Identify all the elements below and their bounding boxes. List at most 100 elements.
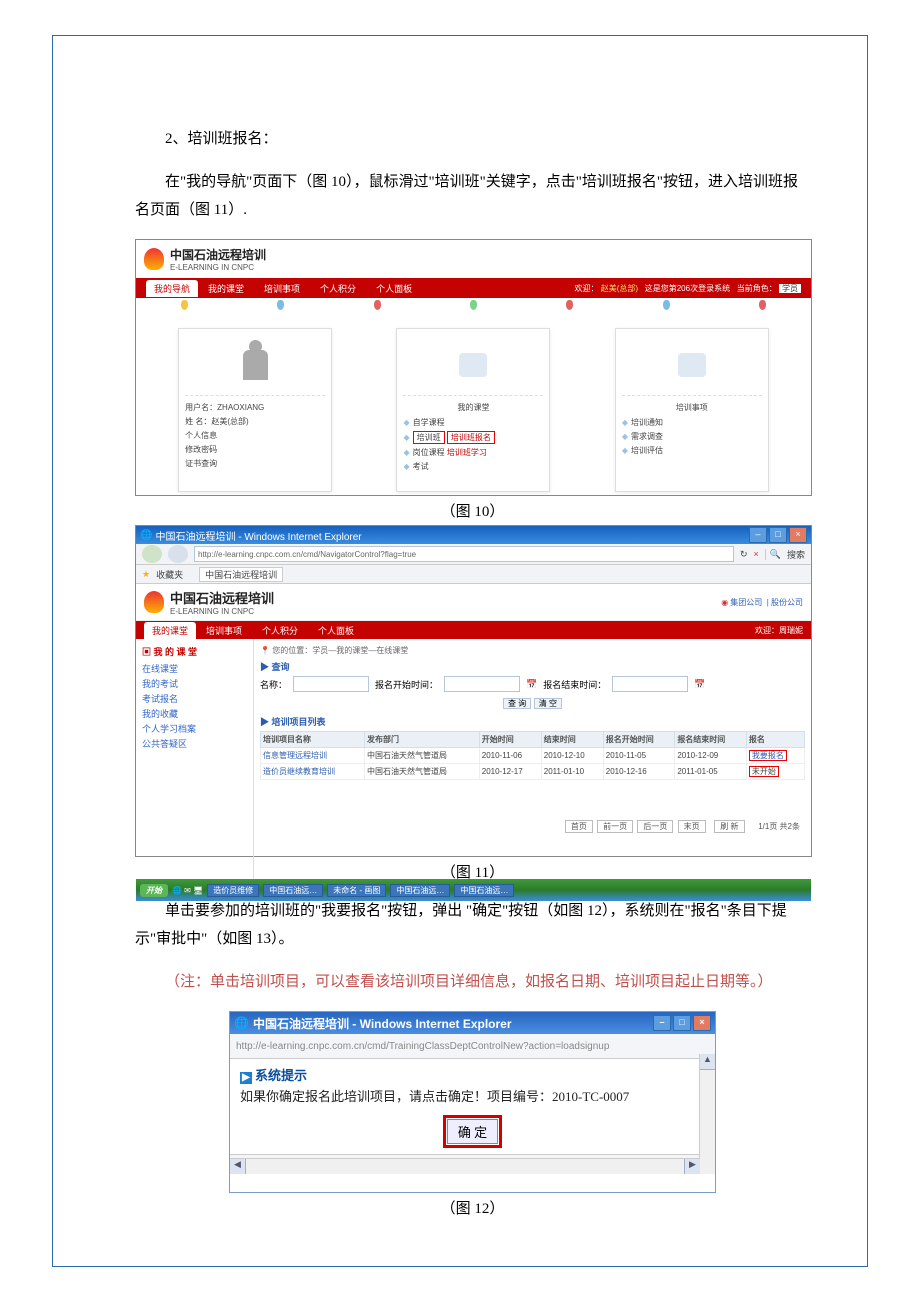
window-maximize-icon[interactable]: □ xyxy=(769,527,787,543)
pager-refresh[interactable]: 刷 新 xyxy=(714,820,744,833)
favorites-label[interactable]: 收藏夹 xyxy=(156,568,183,581)
training-icon xyxy=(678,353,706,377)
link-training-class[interactable]: 培训班 xyxy=(413,431,445,444)
cnpc-logo-icon xyxy=(144,248,164,270)
role-select[interactable]: 学员 xyxy=(779,284,801,293)
role-label: 当前角色： xyxy=(737,284,777,293)
card-myclass: 我的课堂 ◆自学课程 ◆培训班 培训班报名 ◆岗位课程 培训班学习 ◆考试 xyxy=(396,328,550,492)
link-group-co[interactable]: 集团公司 xyxy=(730,598,762,607)
pager-first[interactable]: 首页 xyxy=(565,820,593,833)
taskbar-item[interactable]: 中国石油远… xyxy=(263,884,323,897)
link-personal-info[interactable]: 个人信息 xyxy=(185,430,325,441)
address-bar[interactable]: http://e-learning.cnpc.com.cn/cmd/Traini… xyxy=(236,1041,609,1052)
th-rstart: 报名开始时间 xyxy=(603,732,675,748)
training-table: 培训项目名称 发布部门 开始时间 结束时间 报名开始时间 报名结束时间 报名 信… xyxy=(260,731,805,780)
taskbar-item[interactable]: 中国石油远… xyxy=(390,884,450,897)
link-cert-query[interactable]: 证书查询 xyxy=(185,458,325,469)
scrollbar-horizontal[interactable]: ◀▶ xyxy=(230,1158,700,1174)
balloon-icon xyxy=(374,300,381,310)
btn-search[interactable]: 查 询 xyxy=(503,698,531,709)
profile-name-label: 姓 名： xyxy=(185,416,211,427)
figure-12: 🌐 中国石油远程培训 - Windows Internet Explorer –… xyxy=(229,1011,716,1193)
stop-icon[interactable]: × xyxy=(754,549,759,559)
training-name-link[interactable]: 造价员继续教育培训 xyxy=(261,764,365,780)
start-button[interactable]: 开始 xyxy=(140,884,168,897)
link-post-course[interactable]: 岗位课程 xyxy=(413,447,445,458)
th-start: 开始时间 xyxy=(479,732,541,748)
scrollbar-vertical[interactable]: ▲ xyxy=(699,1054,715,1174)
nav-tab-myguide[interactable]: 我的导航 xyxy=(146,280,198,297)
link-share-co[interactable]: 股份公司 xyxy=(771,598,803,607)
input-start[interactable] xyxy=(444,676,520,692)
nav-myclass[interactable]: 我的课堂 xyxy=(198,282,254,295)
quicklaunch[interactable]: 🌐 ✉ 🖥 xyxy=(172,886,203,895)
nav-training[interactable]: 培训事项 xyxy=(254,282,310,295)
welcome-user: 赵美(总部) xyxy=(601,284,638,293)
sidebar-item-myexam[interactable]: 我的考试 xyxy=(142,677,247,690)
back-icon[interactable] xyxy=(142,545,162,563)
sidebar-item-examsignup[interactable]: 考试报名 xyxy=(142,692,247,705)
signup-button[interactable]: 我要报名 xyxy=(749,750,787,761)
link-change-pw[interactable]: 修改密码 xyxy=(185,444,325,455)
nav-panel[interactable]: 个人面板 xyxy=(366,282,422,295)
btn-clear[interactable]: 清 空 xyxy=(534,698,562,709)
pager-last[interactable]: 末页 xyxy=(678,820,706,833)
th-signup: 报名 xyxy=(746,732,804,748)
figure-10: 中国石油远程培训 E-LEARNING IN CNPC 我的导航 我的课堂 培训… xyxy=(135,239,812,496)
caption-12: （图 12） xyxy=(135,1197,810,1218)
nav-points[interactable]: 个人积分 xyxy=(310,282,366,295)
instruction-1: 在"我的导航"页面下（图 10），鼠标滑过"培训班"关键字，点击"培训班报名"按… xyxy=(135,168,810,224)
address-bar[interactable]: http://e-learning.cnpc.com.cn/cmd/Naviga… xyxy=(194,546,734,562)
nav-points[interactable]: 个人积分 xyxy=(252,624,308,637)
th-dept: 发布部门 xyxy=(364,732,479,748)
welcome-text: 欢迎：周瑞妮 xyxy=(755,625,803,636)
nav-training[interactable]: 培训事项 xyxy=(196,624,252,637)
sidebar-item-archive[interactable]: 个人学习档案 xyxy=(142,722,247,735)
window-close-icon[interactable]: × xyxy=(789,527,807,543)
window-minimize-icon[interactable]: – xyxy=(749,527,767,543)
taskbar-item[interactable]: 中国石油远… xyxy=(454,884,514,897)
cnpc-logo-icon xyxy=(144,591,164,613)
label-start: 报名开始时间： xyxy=(375,678,438,691)
link-training-notice[interactable]: 培训通知 xyxy=(631,417,663,428)
confirm-button[interactable]: 确 定 xyxy=(447,1119,498,1144)
calendar-icon[interactable]: 📅 xyxy=(526,679,537,690)
card-myclass-title: 我的课堂 xyxy=(403,402,543,413)
calendar-icon[interactable]: 📅 xyxy=(694,679,705,690)
link-training-eval[interactable]: 培训评估 xyxy=(631,445,663,456)
sidebar-item-favorites[interactable]: 我的收藏 xyxy=(142,707,247,720)
window-maximize-icon[interactable]: □ xyxy=(673,1015,691,1031)
link-self-study[interactable]: 自学课程 xyxy=(413,417,445,428)
table-row: 造价员继续教育培训 中国石油天然气管道局 2010-12-17 2011-01-… xyxy=(261,764,805,780)
play-icon: ▶ xyxy=(240,1072,252,1084)
refresh-icon[interactable]: ↻ xyxy=(740,549,748,560)
forward-icon[interactable] xyxy=(168,545,188,563)
window-minimize-icon[interactable]: – xyxy=(653,1015,671,1031)
taskbar-item[interactable]: 未命名 - 画图 xyxy=(327,884,386,897)
sidebar-item-qa[interactable]: 公共答疑区 xyxy=(142,737,247,750)
pager-next[interactable]: 后一页 xyxy=(637,820,673,833)
profile-name: 赵美(总部) xyxy=(211,416,248,427)
tab-current[interactable]: 中国石油远程培训 xyxy=(199,567,283,582)
window-close-icon[interactable]: × xyxy=(693,1015,711,1031)
nav-panel[interactable]: 个人面板 xyxy=(308,624,364,637)
balloon-icon xyxy=(759,300,766,310)
taskbar-item[interactable]: 造价员维修 xyxy=(207,884,259,897)
link-demand-survey[interactable]: 需求调查 xyxy=(631,431,663,442)
favorites-star-icon[interactable]: ★ xyxy=(142,569,150,580)
link-training-signup[interactable]: 培训班报名 xyxy=(447,431,495,444)
window-title: 中国石油远程培训 - Windows Internet Explorer xyxy=(155,528,361,543)
nav-tab-myclass[interactable]: 我的课堂 xyxy=(144,622,196,639)
brand-cn: 中国石油远程培训 xyxy=(170,246,266,263)
sidebar-item-online[interactable]: 在线课堂 xyxy=(142,662,247,675)
card-profile: 用户名：ZHAOXIANG 姓 名：赵美(总部) 个人信息 修改密码 证书查询 xyxy=(178,328,332,492)
th-end: 结束时间 xyxy=(541,732,603,748)
input-end[interactable] xyxy=(612,676,688,692)
input-name[interactable] xyxy=(293,676,369,692)
link-exam[interactable]: 考试 xyxy=(413,461,429,472)
link-training-study[interactable]: 培训班学习 xyxy=(447,447,487,458)
training-name-link[interactable]: 信息管理远程培训 xyxy=(261,748,365,764)
search-label[interactable]: 搜索 xyxy=(787,548,805,561)
pager-prev[interactable]: 前一页 xyxy=(597,820,633,833)
balloon-icon xyxy=(277,300,284,310)
